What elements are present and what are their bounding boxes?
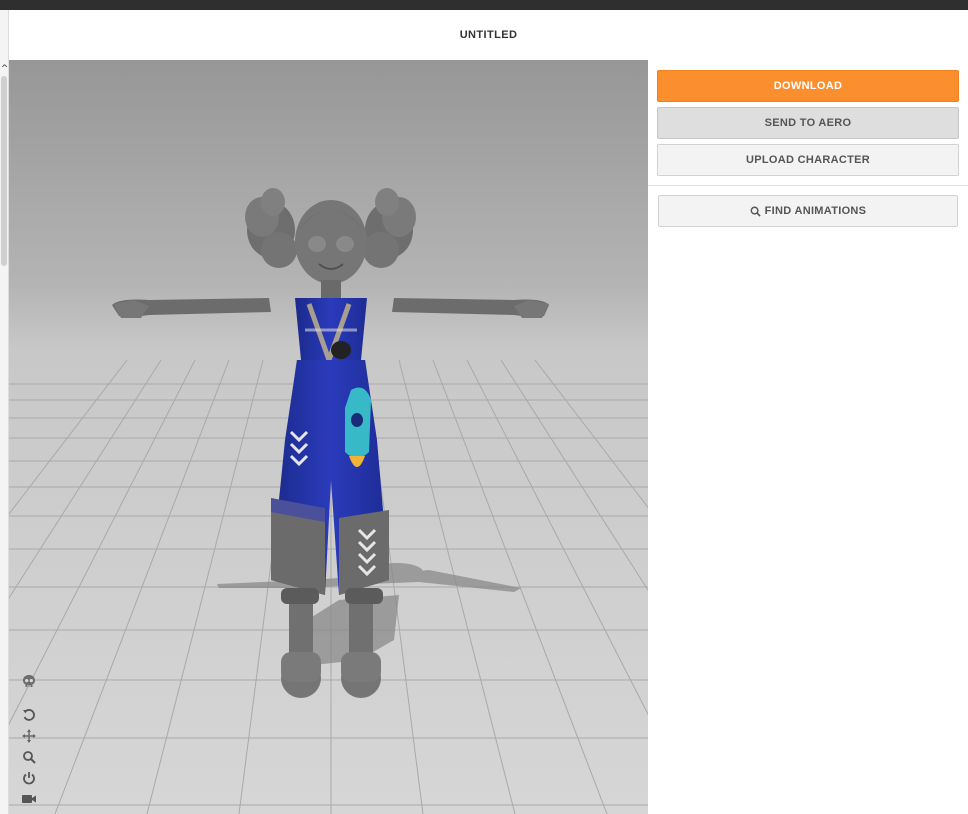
pan-move-icon[interactable] <box>20 728 38 744</box>
power-icon[interactable] <box>20 770 38 786</box>
upload-character-button[interactable]: UPLOAD CHARACTER <box>657 144 959 176</box>
left-scrollbar[interactable]: ^ <box>0 10 9 814</box>
window-top-bar <box>0 0 968 10</box>
scroll-caret-icon: ^ <box>0 64 9 74</box>
search-icon <box>750 206 761 217</box>
send-to-aero-button[interactable]: SEND TO AERO <box>657 107 959 139</box>
sidebar: DOWNLOAD SEND TO AERO UPLOAD CHARACTER F… <box>648 60 968 814</box>
find-animations-button[interactable]: FIND ANIMATIONS <box>658 195 958 227</box>
3d-viewport[interactable] <box>9 60 648 814</box>
skeleton-skull-icon[interactable] <box>20 674 38 690</box>
zoom-icon[interactable] <box>20 749 38 765</box>
sidebar-divider <box>648 185 968 186</box>
reset-rotate-icon[interactable] <box>20 707 38 723</box>
find-animations-label: FIND ANIMATIONS <box>764 205 867 217</box>
scrollbar-thumb[interactable] <box>1 76 7 266</box>
download-button[interactable]: DOWNLOAD <box>657 70 959 102</box>
camera-icon[interactable] <box>20 791 38 807</box>
title-bar: UNTITLED <box>9 10 968 60</box>
page-title: UNTITLED <box>459 29 518 41</box>
